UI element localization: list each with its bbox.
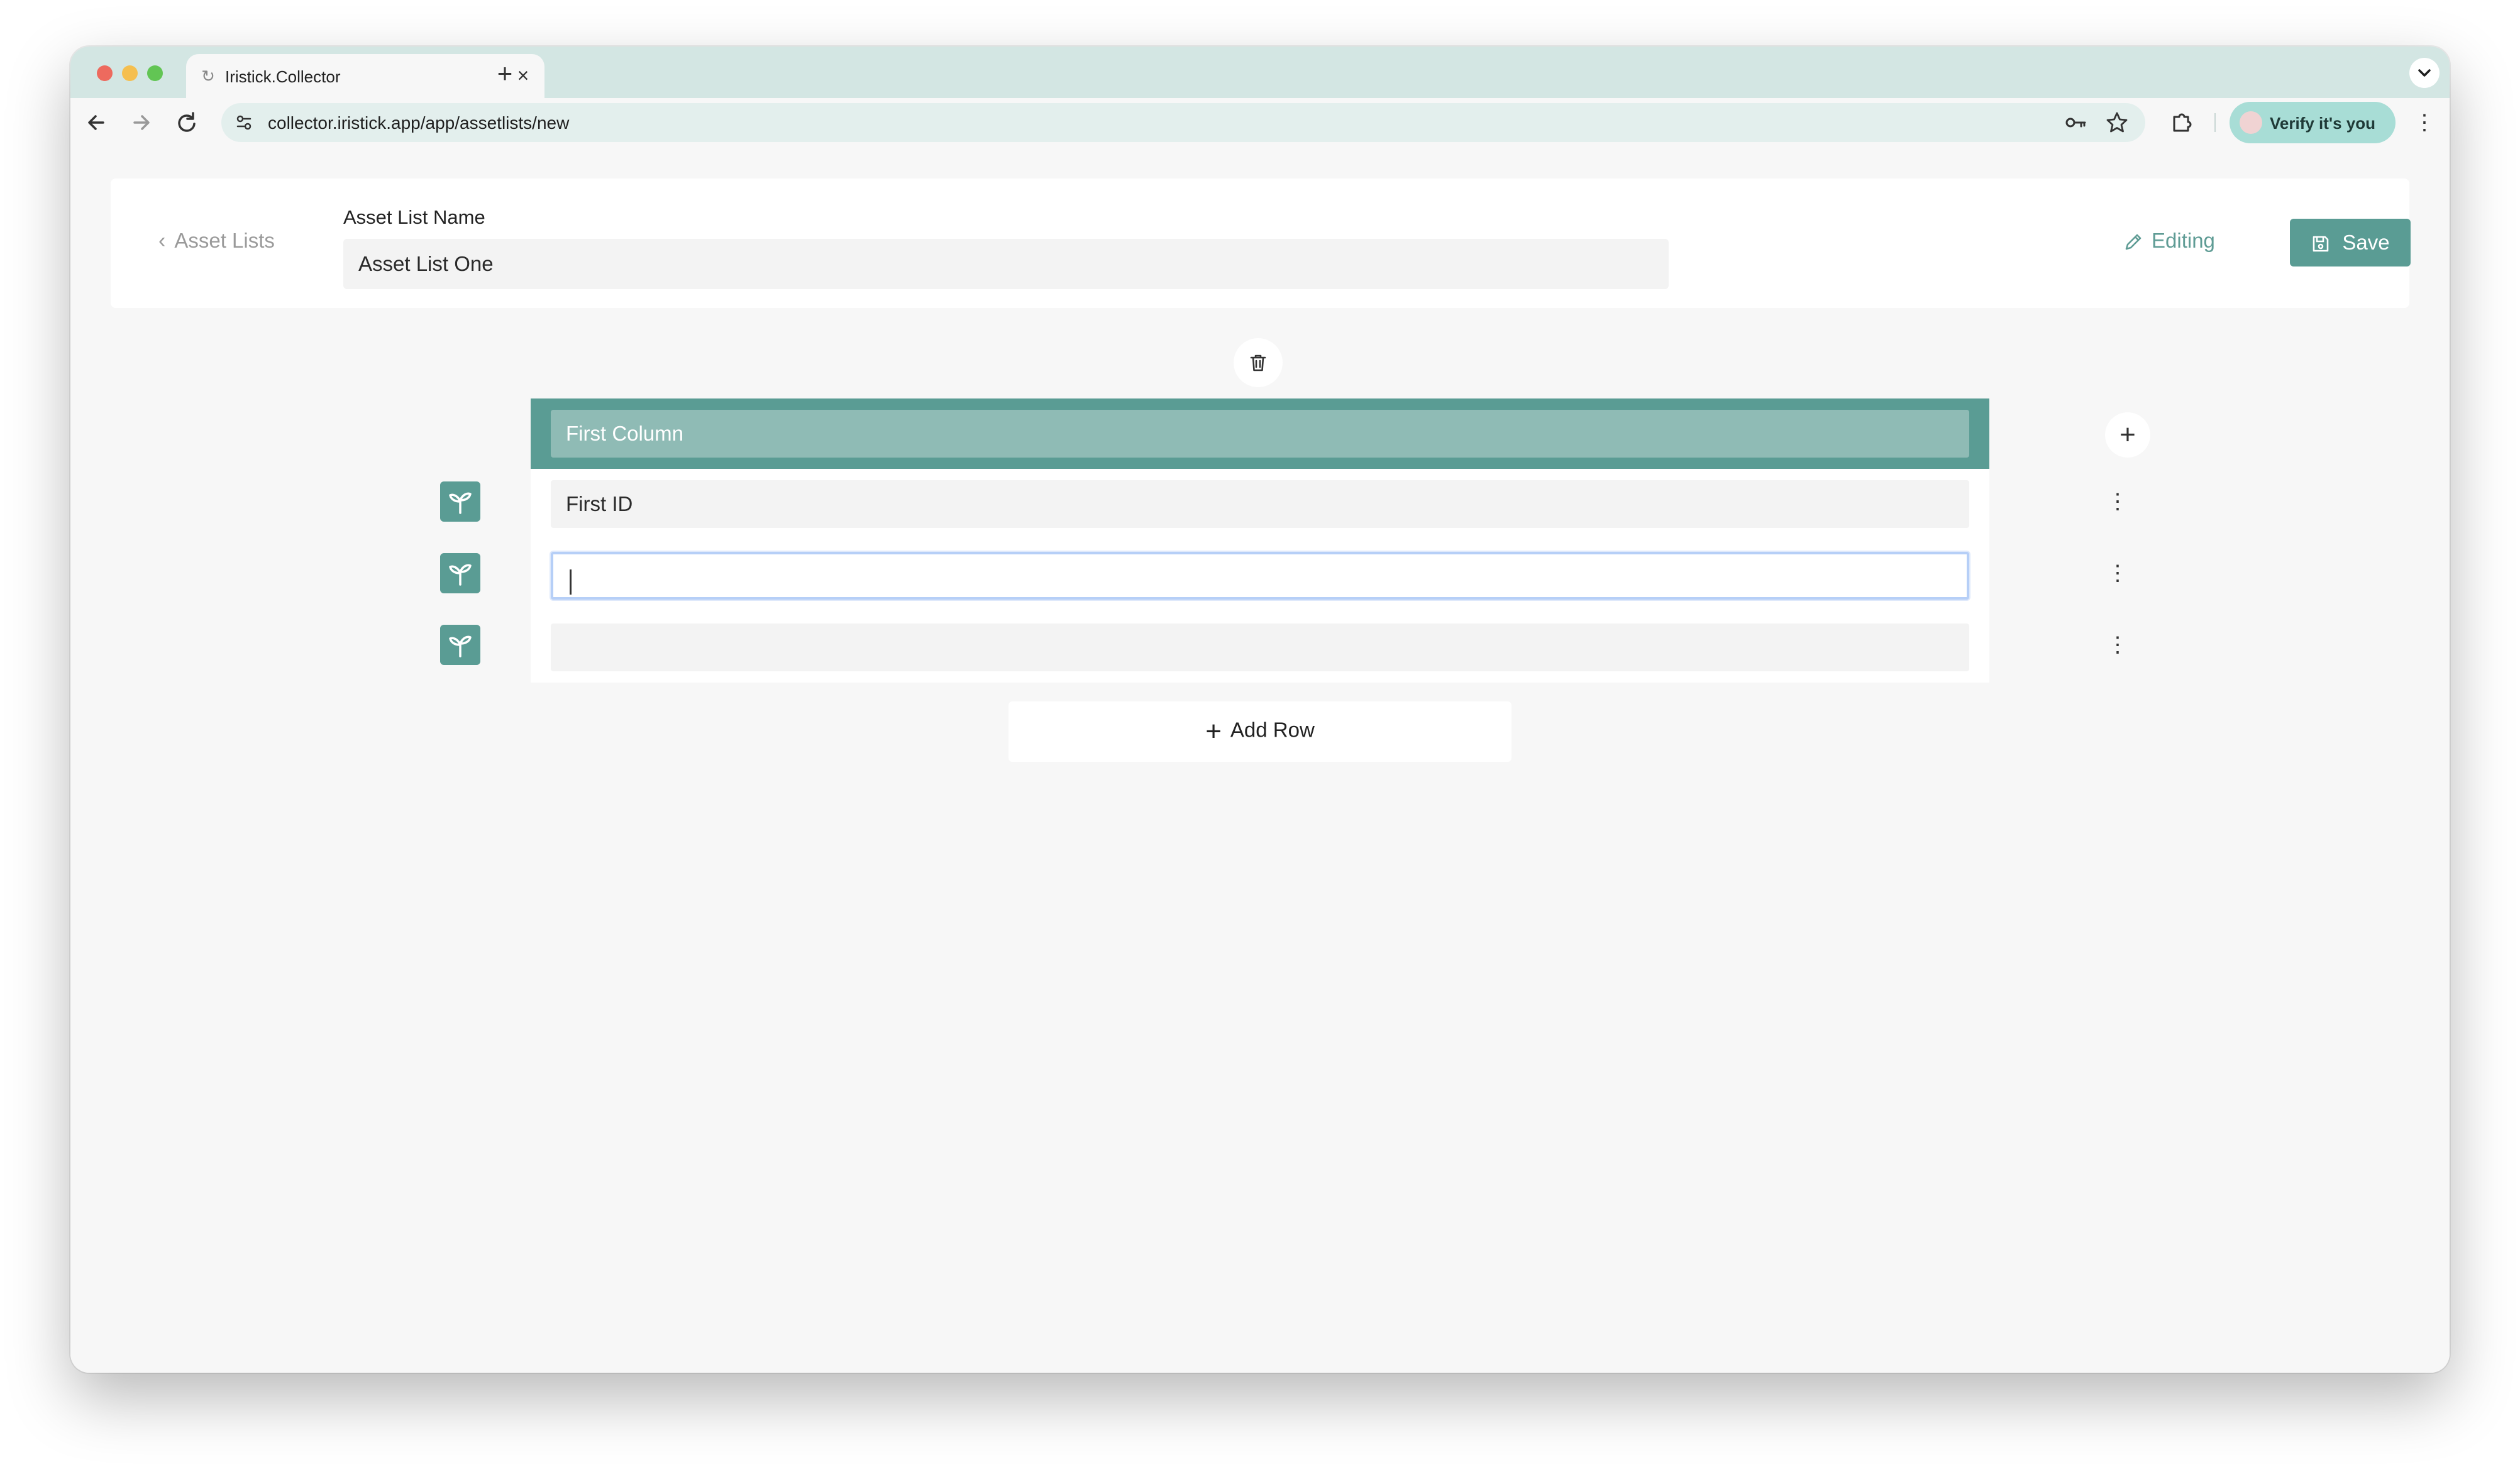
arrow-left-icon (88, 115, 104, 130)
column-name-input[interactable] (551, 410, 1969, 458)
new-tab-button[interactable]: + (489, 58, 521, 89)
asset-list-name-label: Asset List Name (343, 206, 485, 228)
trash-icon (1250, 354, 1266, 371)
minimize-window-button[interactable] (122, 65, 138, 81)
row-handle-2[interactable] (440, 553, 480, 593)
password-key-icon[interactable] (2062, 109, 2089, 136)
add-row-button[interactable]: + Add Row (1009, 701, 1511, 762)
maximize-window-button[interactable] (147, 65, 163, 81)
editing-toggle[interactable]: Editing (2123, 229, 2215, 253)
browser-menu-icon[interactable]: ⋮ (2412, 107, 2437, 138)
url-text: collector.iristick.app/app/assetlists/ne… (268, 113, 570, 133)
reload-button[interactable] (171, 107, 202, 138)
row-handle-3[interactable] (440, 625, 480, 665)
add-row-label: Add Row (1230, 718, 1315, 742)
save-button[interactable]: Save (2290, 219, 2411, 266)
back-button[interactable] (80, 107, 112, 138)
forward-button[interactable] (126, 107, 157, 138)
table-cell-row-3[interactable] (551, 624, 1969, 671)
plus-icon: + (2119, 419, 2136, 450)
address-bar[interactable]: collector.iristick.app/app/assetlists/ne… (221, 103, 2145, 142)
row-handle-1[interactable] (440, 481, 480, 522)
pencil-icon (2125, 234, 2141, 250)
profile-button[interactable]: Verify it's you (2230, 102, 2396, 143)
back-link-label: Asset Lists (174, 229, 275, 252)
page-content: ‹ Asset Lists Asset List Name Editing Sav… (70, 147, 2450, 1373)
table-cell-row-1[interactable] (551, 480, 1969, 528)
browser-toolbar: collector.iristick.app/app/assetlists/ne… (70, 98, 2450, 147)
more-vertical-icon: ⋮ (2107, 490, 2128, 514)
chevron-left-icon: ‹ (158, 229, 166, 253)
site-settings-icon[interactable] (231, 110, 257, 135)
tab-search-button[interactable] (2409, 58, 2440, 88)
chevron-down-icon (2418, 69, 2431, 77)
row-menu-1[interactable]: ⋮ (2105, 483, 2130, 520)
row-menu-2[interactable]: ⋮ (2105, 554, 2130, 592)
toolbar-divider (2214, 113, 2216, 132)
profile-label: Verify it's you (2270, 114, 2376, 133)
sprout-icon (449, 564, 472, 586)
table-header (531, 398, 1989, 469)
extensions-puzzle-icon[interactable] (2165, 107, 2197, 138)
loading-favicon-icon: ↻ (201, 67, 215, 85)
reload-icon (178, 112, 196, 132)
asset-table (531, 398, 1989, 683)
avatar (2240, 111, 2262, 134)
plus-icon: + (1205, 716, 1222, 747)
sprout-icon (449, 635, 472, 657)
asset-list-name-input[interactable] (343, 239, 1669, 289)
bookmark-star-icon[interactable] (2104, 109, 2130, 136)
floppy-disk-icon (2313, 236, 2329, 252)
delete-column-button[interactable] (1234, 338, 1283, 387)
save-label: Save (2342, 231, 2390, 254)
text-caret (570, 569, 572, 595)
sprout-icon (449, 492, 472, 514)
more-vertical-icon: ⋮ (2107, 633, 2128, 657)
add-column-button[interactable]: + (2105, 412, 2150, 458)
tab-title: Iristick.Collector (225, 67, 341, 86)
editing-label: Editing (2152, 229, 2215, 252)
page-header: ‹ Asset Lists Asset List Name Editing Sav… (111, 179, 2411, 308)
arrow-right-icon (133, 115, 150, 130)
tab-strip: ↻ Iristick.Collector × + (70, 47, 2450, 98)
browser-window: ↻ Iristick.Collector × + collector.irist… (70, 47, 2450, 1373)
close-window-button[interactable] (97, 65, 113, 81)
row-menu-3[interactable]: ⋮ (2105, 626, 2130, 664)
back-to-asset-lists-link[interactable]: ‹ Asset Lists (158, 229, 275, 253)
table-cell-row-2[interactable] (551, 552, 1969, 600)
more-vertical-icon: ⋮ (2107, 561, 2128, 585)
